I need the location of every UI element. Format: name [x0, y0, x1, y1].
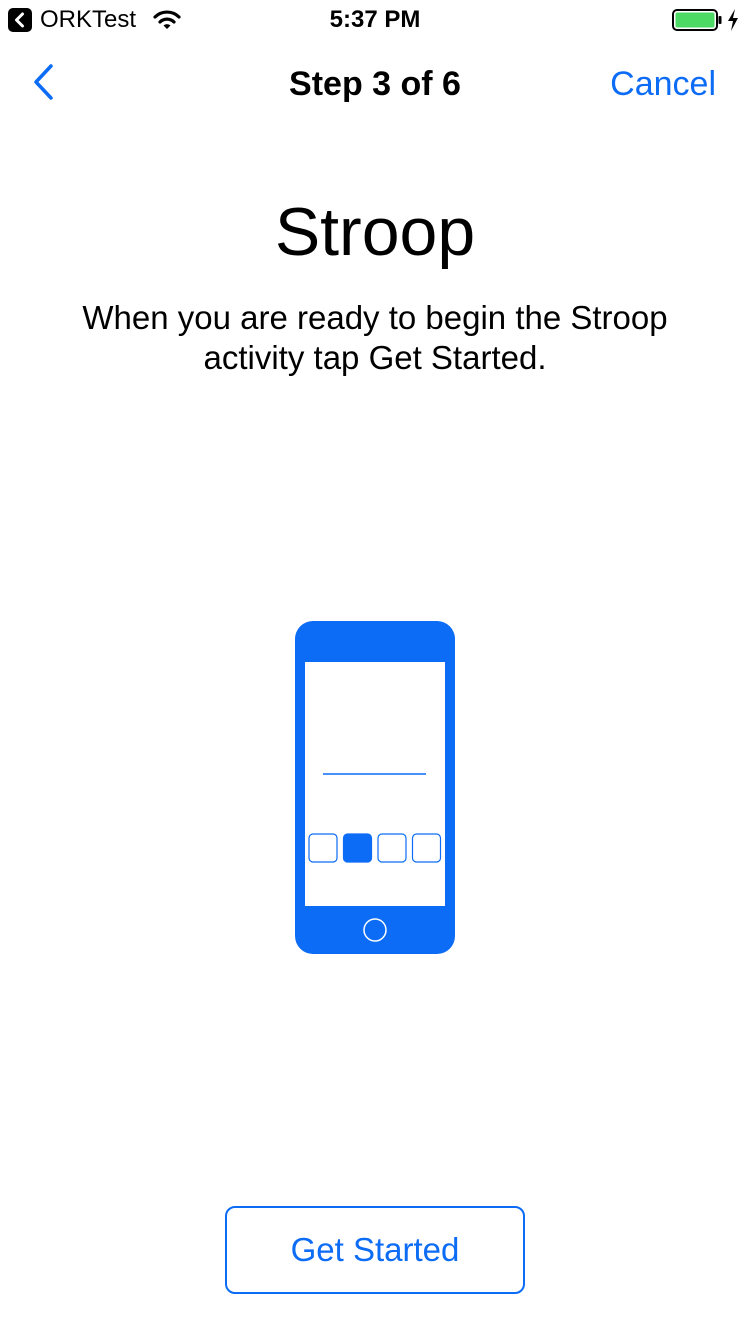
navigation-bar: Step 3 of 6 Cancel — [0, 40, 750, 128]
battery-icon — [672, 9, 722, 31]
chevron-left-icon — [34, 64, 53, 100]
stroop-box-selected — [342, 833, 373, 863]
cancel-button[interactable]: Cancel — [610, 64, 716, 104]
status-bar: ORKTest 5:37 PM — [0, 0, 750, 40]
stroop-box — [308, 833, 338, 863]
get-started-button[interactable]: Get Started — [225, 1206, 525, 1294]
status-time: 5:37 PM — [329, 6, 421, 33]
charging-bolt-icon — [728, 9, 738, 31]
back-button[interactable] — [22, 60, 62, 104]
stroop-box — [411, 833, 442, 863]
phone-stroop-illustration — [295, 621, 455, 954]
nav-title: Step 3 of 6 — [289, 65, 461, 103]
page-title: Stroop — [274, 194, 476, 270]
instructions-text: When you are ready to begin the Stroop a… — [82, 299, 668, 376]
phone-screen — [305, 662, 445, 906]
stroop-box — [377, 833, 407, 863]
